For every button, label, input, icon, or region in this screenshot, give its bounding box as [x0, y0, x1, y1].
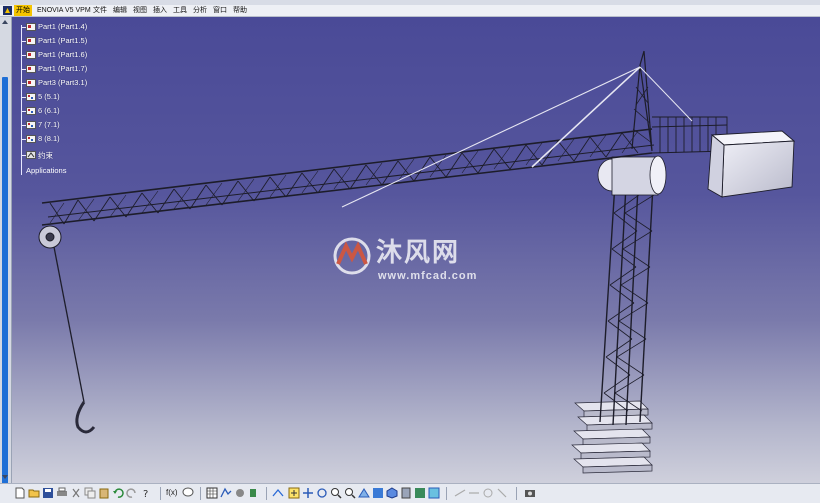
multi-view-icon[interactable] [372, 487, 384, 499]
tree-node-label[interactable]: Part1 (Part1.7) [38, 64, 87, 73]
menu-insert[interactable]: 插入 [151, 5, 169, 16]
tree-node-part3-1[interactable]: Part3 (Part3.1) [16, 77, 126, 89]
watermark: 沐风网 www.mfcad.com [330, 230, 510, 290]
bottom-toolbar: ? f(x) [0, 483, 820, 503]
part-icon[interactable] [26, 79, 36, 87]
paste-icon[interactable] [98, 487, 110, 499]
product-icon[interactable] [26, 107, 36, 115]
product-icon[interactable] [26, 93, 36, 101]
product-icon[interactable] [26, 135, 36, 143]
menu-view[interactable]: 视图 [131, 5, 149, 16]
toolbar-separator [266, 487, 267, 500]
open-folder-icon[interactable] [28, 487, 40, 499]
tree-node-label[interactable]: 约束 [38, 150, 53, 161]
normal-view-icon[interactable] [358, 487, 370, 499]
tree-node-label[interactable]: Part1 (Part1.5) [38, 36, 87, 45]
3d-viewport[interactable]: Part1 (Part1.4) Part1 (Part1.5) Part1 (P… [12, 17, 820, 483]
table-icon[interactable] [206, 487, 218, 499]
save-icon[interactable] [42, 487, 54, 499]
tree-node-applications[interactable]: Applications [26, 166, 66, 175]
zoom-in-icon[interactable] [330, 487, 342, 499]
fit-all-icon[interactable] [288, 487, 300, 499]
slewing-unit [597, 155, 667, 196]
bolt-icon[interactable] [234, 487, 246, 499]
camera-icon[interactable] [524, 487, 536, 499]
menu-file[interactable]: 文件 [91, 5, 109, 16]
measure-item-icon[interactable] [468, 487, 480, 499]
manipulate-icon[interactable] [248, 487, 260, 499]
iso-view-icon[interactable] [386, 487, 398, 499]
tree-node-constraints[interactable]: 约束 [16, 149, 126, 161]
copy-icon[interactable] [84, 487, 96, 499]
tree-node-label[interactable]: 6 (6.1) [38, 106, 60, 115]
tree-node-label[interactable]: Part1 (Part1.4) [38, 22, 87, 31]
vertical-scrollbar[interactable] [0, 17, 12, 487]
mast [599, 166, 655, 426]
catia-logo-icon[interactable] [3, 6, 12, 15]
tree-node-8[interactable]: 8 (8.1) [16, 133, 126, 145]
zoom-out-icon[interactable] [344, 487, 356, 499]
tree-node-part1-5[interactable]: Part1 (Part1.5) [16, 35, 126, 47]
tree-node-5[interactable]: 5 (5.1) [16, 91, 126, 103]
menu-enovia[interactable]: ENOVIA V5 VPM [35, 5, 93, 16]
tree-node-label[interactable]: Part3 (Part3.1) [38, 78, 87, 87]
trolley-and-hook [38, 225, 96, 434]
menu-bar: 开始 ENOVIA V5 VPM 文件 编辑 视图 插入 工具 分析 窗口 帮助 [0, 5, 820, 17]
menu-edit[interactable]: 编辑 [111, 5, 129, 16]
print-icon[interactable] [56, 487, 68, 499]
toolbar-separator [446, 487, 447, 500]
cat-head [631, 50, 653, 152]
tree-node-7[interactable]: 7 (7.1) [16, 119, 126, 131]
hide-show-icon[interactable] [414, 487, 426, 499]
swap-space-icon[interactable] [428, 487, 440, 499]
tree-node-part1-7[interactable]: Part1 (Part1.7) [16, 63, 126, 75]
menu-window[interactable]: 窗口 [211, 5, 229, 16]
menu-help[interactable]: 帮助 [231, 5, 249, 16]
part-icon[interactable] [26, 65, 36, 73]
part-icon[interactable] [26, 51, 36, 59]
toolbar-separator [200, 487, 201, 500]
tree-node-label[interactable]: 5 (5.1) [38, 92, 60, 101]
rotate-icon[interactable] [316, 487, 328, 499]
scroll-thumb[interactable] [2, 77, 8, 487]
toolbar-separator [160, 487, 161, 500]
tree-node-label[interactable]: 8 (8.1) [38, 134, 60, 143]
comment-icon[interactable] [182, 487, 194, 499]
tree-node-label[interactable]: Part1 (Part1.6) [38, 50, 87, 59]
measure-between-icon[interactable] [454, 487, 466, 499]
measure-inertia-icon[interactable] [482, 487, 494, 499]
redo-icon[interactable] [126, 487, 138, 499]
tree-node-6[interactable]: 6 (6.1) [16, 105, 126, 117]
scroll-down-icon[interactable] [2, 475, 8, 479]
tree-node-part1-4[interactable]: Part1 (Part1.4) [16, 21, 126, 33]
watermark-url: www.mfcad.com [378, 270, 478, 282]
part-icon[interactable] [26, 37, 36, 45]
svg-text:?: ? [143, 489, 148, 499]
counterweight [707, 130, 796, 198]
section-icon[interactable] [496, 487, 508, 499]
shading-icon[interactable] [400, 487, 412, 499]
constraint-icon[interactable] [26, 151, 36, 159]
menu-tools[interactable]: 工具 [171, 5, 189, 16]
applications-label[interactable]: Applications [26, 166, 66, 175]
fly-mode-icon[interactable] [272, 487, 284, 499]
watermark-brand: 沐风网 [376, 237, 461, 267]
mfcad-logo-icon [333, 237, 371, 275]
product-icon[interactable] [26, 121, 36, 129]
menu-analyze[interactable]: 分析 [191, 5, 209, 16]
menu-start[interactable]: 开始 [14, 5, 32, 16]
pan-icon[interactable] [302, 487, 314, 499]
jib [41, 128, 655, 226]
cut-icon[interactable] [70, 487, 82, 499]
tree-node-part1-6[interactable]: Part1 (Part1.6) [16, 49, 126, 61]
catalog-icon[interactable] [220, 487, 232, 499]
part-icon[interactable] [26, 23, 36, 31]
tree-node-label[interactable]: 7 (7.1) [38, 120, 60, 129]
scroll-up-icon[interactable] [2, 20, 8, 24]
toolbar-separator [516, 487, 517, 500]
help-icon[interactable]: ? [142, 487, 154, 499]
formula-button[interactable]: f(x) [166, 488, 178, 497]
undo-icon[interactable] [112, 487, 124, 499]
new-file-icon[interactable] [14, 487, 26, 499]
